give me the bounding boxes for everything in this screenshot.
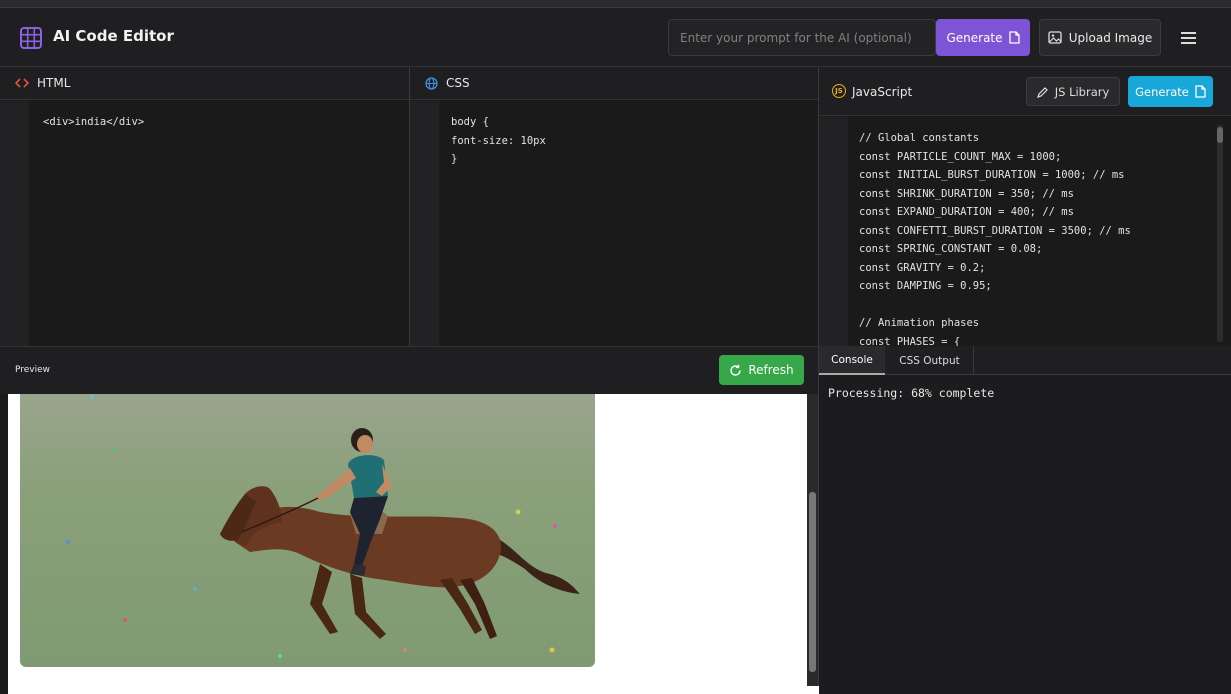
js-panel-title: JavaScript xyxy=(852,85,913,99)
preview-label: Preview xyxy=(15,365,51,375)
preview-scrollbar[interactable] xyxy=(807,394,818,686)
tab-css-output[interactable]: CSS Output xyxy=(886,346,974,375)
js-circle-icon: JS xyxy=(832,84,846,98)
js-library-label: JS Library xyxy=(1054,84,1110,99)
console-panel xyxy=(819,376,1231,694)
html-editor-gutter xyxy=(0,101,29,346)
css-editor[interactable]: body { font-size: 10px } xyxy=(410,101,818,346)
js-editor-gutter xyxy=(819,117,848,346)
prompt-input[interactable] xyxy=(668,19,936,56)
css-code[interactable]: body { font-size: 10px } xyxy=(451,113,546,169)
js-generate-label: Generate xyxy=(1135,84,1189,99)
preview-horse-rider-image xyxy=(20,394,595,667)
preview-header xyxy=(0,346,818,394)
refresh-icon xyxy=(730,364,742,376)
app-header: AI Code Editor Generate Upload Image xyxy=(0,8,1231,67)
js-editor-scrollbar[interactable] xyxy=(1217,125,1223,342)
app-title: AI Code Editor xyxy=(53,27,174,45)
grid-icon xyxy=(20,27,42,49)
window-top-strip xyxy=(0,0,1231,8)
generate-button[interactable]: Generate xyxy=(936,19,1030,56)
generate-label: Generate xyxy=(946,30,1003,45)
code-brackets-icon xyxy=(15,78,29,88)
upload-image-button[interactable]: Upload Image xyxy=(1039,19,1161,56)
upload-image-label: Upload Image xyxy=(1068,30,1153,45)
js-code[interactable]: // Global constants const PARTICLE_COUNT… xyxy=(859,129,1131,351)
preview-bottom-edge xyxy=(8,686,828,694)
html-panel-header: HTML xyxy=(0,67,409,100)
js-editor[interactable]: // Global constants const PARTICLE_COUNT… xyxy=(819,117,1231,348)
css-panel-title: CSS xyxy=(446,76,470,90)
js-library-button[interactable]: JS Library xyxy=(1026,77,1120,106)
globe-icon xyxy=(425,76,438,90)
js-generate-button[interactable]: Generate xyxy=(1128,76,1213,107)
html-panel-title: HTML xyxy=(37,76,71,90)
refresh-button[interactable]: Refresh xyxy=(719,355,804,385)
html-editor[interactable]: <div>india</div> xyxy=(0,101,409,346)
preview-scroll-thumb[interactable] xyxy=(809,492,816,672)
tab-console[interactable]: Console xyxy=(819,346,885,375)
document-icon xyxy=(1195,85,1206,98)
hamburger-icon[interactable] xyxy=(1176,26,1200,50)
console-message: Processing: 68% complete xyxy=(828,386,995,400)
document-icon xyxy=(1008,31,1020,44)
html-code[interactable]: <div>india</div> xyxy=(43,113,144,132)
css-editor-gutter xyxy=(410,101,439,346)
css-panel-header: CSS xyxy=(410,67,818,100)
js-scroll-thumb[interactable] xyxy=(1217,127,1223,143)
edit-icon xyxy=(1036,86,1048,98)
refresh-label: Refresh xyxy=(748,363,794,377)
image-icon xyxy=(1048,31,1062,44)
